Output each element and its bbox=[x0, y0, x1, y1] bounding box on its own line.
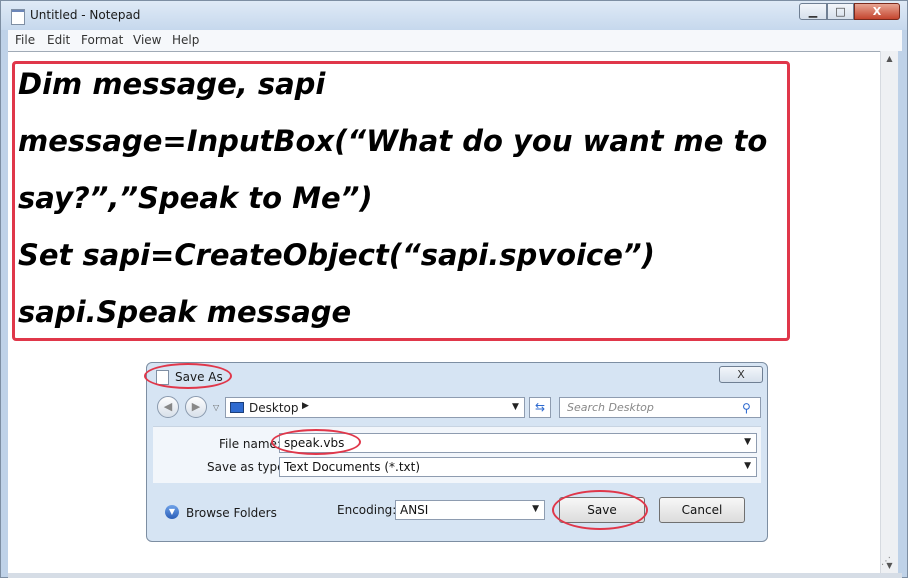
forward-button[interactable]: ▶ bbox=[185, 396, 207, 418]
menu-format[interactable]: Format bbox=[81, 33, 123, 47]
status-strip bbox=[8, 573, 902, 578]
search-box: ⚲ bbox=[559, 397, 761, 418]
file-fields-panel: File name: speak.vbs ▼ Save as type: Tex… bbox=[153, 426, 761, 483]
back-icon: ◀ bbox=[163, 400, 173, 413]
chevron-down-icon[interactable]: ▼ bbox=[744, 461, 751, 471]
encoding-select[interactable]: ANSI ▼ bbox=[395, 500, 545, 520]
save-as-dialog: Save As X ◀ ▶ ▽ Desktop ▶ ▼ ⇆ ⚲ File nam… bbox=[144, 362, 768, 542]
close-button[interactable]: X bbox=[854, 3, 900, 20]
menu-view[interactable]: View bbox=[133, 33, 161, 47]
scroll-up-icon[interactable]: ▲ bbox=[881, 54, 898, 63]
code-line-5: sapi.Speak message bbox=[18, 295, 352, 329]
maximize-icon: □ bbox=[835, 5, 846, 18]
browse-folders-icon[interactable]: ▼ bbox=[165, 505, 179, 519]
menu-edit[interactable]: Edit bbox=[47, 33, 70, 47]
address-bar[interactable]: Desktop ▶ ▼ bbox=[225, 397, 525, 418]
chevron-right-icon[interactable]: ▶ bbox=[302, 401, 309, 411]
dialog-close-button[interactable]: X bbox=[719, 366, 763, 383]
code-line-2: message=InputBox(“What do you want me to bbox=[18, 124, 768, 158]
chevron-down-icon[interactable]: ▼ bbox=[532, 504, 539, 514]
title-bar[interactable]: Untitled - Notepad ▁ □ X bbox=[1, 1, 907, 30]
menu-file[interactable]: File bbox=[15, 33, 35, 47]
search-icon[interactable]: ⚲ bbox=[742, 401, 751, 415]
chevron-down-icon[interactable]: ▼ bbox=[512, 402, 519, 412]
code-line-1: Dim message, sapi bbox=[18, 67, 326, 101]
recent-pages-icon[interactable]: ▽ bbox=[213, 403, 219, 412]
close-icon: X bbox=[737, 368, 745, 381]
encoding-value: ANSI bbox=[400, 503, 429, 517]
menu-help[interactable]: Help bbox=[172, 33, 199, 47]
minimize-button[interactable]: ▁ bbox=[799, 3, 827, 20]
maximize-button[interactable]: □ bbox=[827, 3, 854, 20]
save-as-type-label: Save as type: bbox=[207, 460, 289, 474]
forward-icon: ▶ bbox=[191, 400, 201, 413]
browse-folders-toggle[interactable]: Browse Folders bbox=[186, 506, 277, 520]
window-title: Untitled - Notepad bbox=[30, 8, 141, 22]
file-name-annotation bbox=[271, 429, 361, 455]
folder-icon bbox=[230, 402, 244, 413]
refresh-icon: ⇆ bbox=[534, 400, 546, 414]
encoding-label: Encoding: bbox=[337, 503, 397, 517]
save-as-type-select[interactable]: Text Documents (*.txt) ▼ bbox=[279, 457, 757, 477]
menu-bar: File Edit Format View Help bbox=[8, 30, 902, 51]
back-button[interactable]: ◀ bbox=[157, 396, 179, 418]
save-annotation bbox=[552, 490, 648, 530]
search-input[interactable] bbox=[560, 398, 742, 417]
cancel-button[interactable]: Cancel bbox=[659, 497, 745, 523]
close-icon: X bbox=[872, 5, 882, 18]
code-line-3: say?”,”Speak to Me”) bbox=[18, 181, 373, 215]
minimize-icon: ▁ bbox=[808, 5, 818, 18]
chevron-down-icon[interactable]: ▼ bbox=[744, 437, 751, 447]
save-as-type-value: Text Documents (*.txt) bbox=[284, 460, 421, 474]
title-annotation bbox=[144, 363, 232, 389]
notepad-icon bbox=[11, 9, 25, 25]
vertical-scrollbar[interactable]: ▲ ▼ bbox=[880, 51, 898, 573]
code-line-4: Set sapi=CreateObject(“sapi.spvoice”) bbox=[18, 238, 655, 272]
refresh-button[interactable]: ⇆ bbox=[529, 397, 551, 418]
resize-grip-icon[interactable]: ⋰ bbox=[881, 556, 891, 567]
address-text: Desktop bbox=[249, 401, 299, 415]
